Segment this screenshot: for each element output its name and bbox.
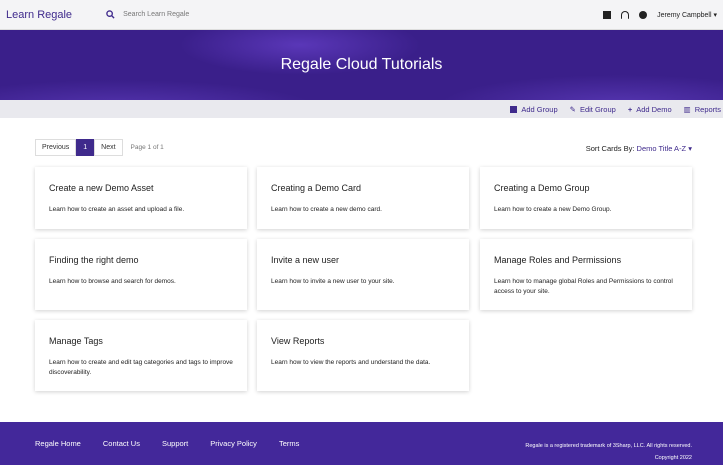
demo-card[interactable]: Create a new Demo Asset Learn how to crea… [35, 167, 247, 229]
add-demo-label: Add Demo [636, 105, 671, 114]
next-button[interactable]: Next [94, 139, 122, 156]
demo-card[interactable]: Invite a new user Learn how to invite a n… [257, 239, 469, 310]
sort-label: Sort Cards By: [586, 144, 635, 153]
add-group-label: Add Group [521, 105, 557, 114]
card-title: View Reports [271, 336, 455, 346]
footer-link-contact[interactable]: Contact Us [103, 439, 140, 448]
hero-banner: Regale Cloud Tutorials [0, 30, 723, 100]
folder-icon [510, 106, 517, 113]
page-1-button[interactable]: 1 [76, 139, 94, 156]
footer-link-privacy[interactable]: Privacy Policy [210, 439, 257, 448]
card-title: Manage Tags [49, 336, 233, 346]
demo-card[interactable]: Manage Roles and Permissions Learn how to… [480, 239, 692, 310]
book-icon[interactable] [603, 11, 611, 19]
card-description: Learn how to view the reports and unders… [271, 358, 455, 368]
chart-icon: ▥ [684, 105, 691, 114]
search-input[interactable]: Search Learn Regale [123, 11, 189, 18]
card-description: Learn how to manage global Roles and Per… [494, 277, 678, 297]
top-nav: Learn Regale Search Learn Regale Jeremy … [0, 0, 723, 30]
card-description: Learn how to invite a new user to your s… [271, 277, 455, 287]
add-group-button[interactable]: Add Group [510, 105, 557, 114]
previous-button[interactable]: Previous [35, 139, 76, 156]
card-description: Learn how to create a new Demo Group. [494, 205, 678, 215]
gear-icon[interactable] [639, 11, 647, 19]
pencil-icon: ✎ [570, 105, 576, 114]
user-menu[interactable]: Jeremy Campbell ▾ [657, 11, 717, 19]
footer-link-terms[interactable]: Terms [279, 439, 299, 448]
card-title: Creating a Demo Group [494, 183, 678, 193]
trademark-text: Regale is a registered trademark of 3Sha… [525, 440, 692, 452]
add-demo-button[interactable]: + Add Demo [628, 105, 672, 114]
card-description: Learn how to create and edit tag categor… [49, 358, 233, 378]
demo-card[interactable]: Creating a Demo Card Learn how to create … [257, 167, 469, 229]
card-title: Create a new Demo Asset [49, 183, 233, 193]
brand-link[interactable]: Learn Regale [6, 9, 72, 21]
footer: Regale Home Contact Us Support Privacy P… [0, 422, 723, 465]
edit-group-button[interactable]: ✎ Edit Group [570, 105, 616, 114]
reports-button[interactable]: ▥ Reports [684, 105, 721, 114]
headset-icon[interactable] [621, 11, 629, 19]
card-description: Learn how to create a new demo card. [271, 205, 455, 215]
search-icon [106, 10, 115, 19]
page-title: Regale Cloud Tutorials [281, 56, 443, 74]
search-box[interactable]: Search Learn Regale [106, 10, 189, 19]
card-title: Invite a new user [271, 255, 455, 265]
card-title: Creating a Demo Card [271, 183, 455, 193]
copyright-text: Copyright 2022 [525, 452, 692, 464]
page-info: Page 1 of 1 [131, 144, 164, 151]
toolbar: Add Group ✎ Edit Group + Add Demo ▥ Reports [0, 100, 723, 118]
card-title: Finding the right demo [49, 255, 233, 265]
pagination: Previous 1 Next Page 1 of 1 [35, 139, 164, 156]
sort-dropdown[interactable]: Demo Title A-Z ▾ [637, 144, 692, 153]
edit-group-label: Edit Group [580, 105, 616, 114]
demo-card[interactable]: Finding the right demo Learn how to brows… [35, 239, 247, 310]
card-title: Manage Roles and Permissions [494, 255, 678, 265]
sort-control: Sort Cards By: Demo Title A-Z ▾ [586, 144, 692, 153]
demo-card[interactable]: Manage Tags Learn how to create and edit … [35, 320, 247, 391]
plus-icon: + [628, 105, 632, 114]
card-description: Learn how to browse and search for demos… [49, 277, 233, 287]
footer-link-support[interactable]: Support [162, 439, 188, 448]
footer-link-home[interactable]: Regale Home [35, 439, 81, 448]
card-description: Learn how to create an asset and upload … [49, 205, 233, 215]
demo-card[interactable]: Creating a Demo Group Learn how to create… [480, 167, 692, 229]
demo-card[interactable]: View Reports Learn how to view the report… [257, 320, 469, 391]
reports-label: Reports [695, 105, 721, 114]
